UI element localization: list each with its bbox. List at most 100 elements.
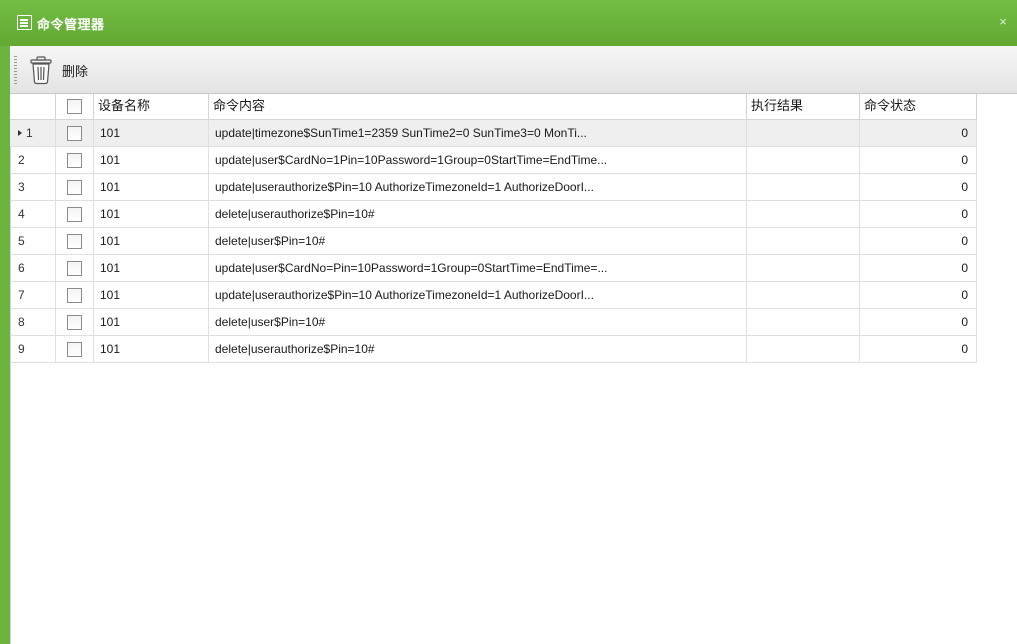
header-index [10, 94, 56, 119]
exec-result-cell [747, 309, 860, 335]
row-index-label: 1 [26, 126, 33, 140]
command-content-cell: delete|userauthorize$Pin=10# [209, 336, 747, 362]
command-status-cell: 0 [860, 174, 977, 200]
window-title: 命令管理器 [37, 18, 105, 33]
table-row[interactable]: 1 101 update|timezone$SunTime1=2359 SunTim… [10, 120, 977, 147]
header-device-name[interactable]: 设备名称 [94, 94, 209, 119]
delete-button[interactable]: 删除 [28, 54, 94, 86]
table-row[interactable]: 8 101 delete|user$Pin=10# 0 [10, 309, 977, 336]
row-index-label: 7 [18, 288, 25, 302]
window-content: 删除 设备名称 命令内容 执行结果 命令状态 1 101 update|timezo… [10, 46, 1017, 644]
command-status-cell: 0 [860, 309, 977, 335]
row-select [56, 255, 94, 281]
row-index: 2 [10, 147, 56, 173]
command-content-cell: update|userauthorize$Pin=10 AuthorizeTim… [209, 282, 747, 308]
toolbar: 删除 [10, 46, 1017, 94]
row-select [56, 309, 94, 335]
row-index: 6 [10, 255, 56, 281]
device-name-cell: 101 [94, 174, 209, 200]
command-grid: 设备名称 命令内容 执行结果 命令状态 1 101 update|timezone$… [10, 94, 1017, 644]
trash-icon [30, 56, 52, 85]
table-row[interactable]: 5 101 delete|user$Pin=10# 0 [10, 228, 977, 255]
row-checkbox[interactable] [67, 260, 82, 276]
command-status-cell: 0 [860, 282, 977, 308]
command-content-cell: delete|user$Pin=10# [209, 309, 747, 335]
row-index-label: 9 [18, 342, 25, 356]
device-name-cell: 101 [94, 147, 209, 173]
command-content-cell: update|user$CardNo=1Pin=10Password=1Grou… [209, 147, 747, 173]
select-all-checkbox[interactable] [67, 99, 82, 114]
device-name-cell: 101 [94, 309, 209, 335]
row-checkbox[interactable] [67, 179, 82, 195]
row-select [56, 174, 94, 200]
command-status-cell: 0 [860, 120, 977, 146]
row-index: 3 [10, 174, 56, 200]
grid-header: 设备名称 命令内容 执行结果 命令状态 [10, 94, 977, 120]
command-content-cell: update|userauthorize$Pin=10 AuthorizeTim… [209, 174, 747, 200]
table-row[interactable]: 9 101 delete|userauthorize$Pin=10# 0 [10, 336, 977, 363]
exec-result-cell [747, 282, 860, 308]
table-row[interactable]: 4 101 delete|userauthorize$Pin=10# 0 [10, 201, 977, 228]
device-name-cell: 101 [94, 120, 209, 146]
row-select [56, 120, 94, 146]
row-pointer-icon [18, 129, 22, 136]
device-name-cell: 101 [94, 282, 209, 308]
command-status-cell: 0 [860, 228, 977, 254]
row-index: 8 [10, 309, 56, 335]
row-index-label: 8 [18, 315, 25, 329]
delete-label: 删除 [62, 64, 89, 80]
row-index: 4 [10, 201, 56, 227]
close-button[interactable]: × [995, 14, 1011, 30]
header-exec-result[interactable]: 执行结果 [747, 94, 860, 119]
toolbar-grip[interactable] [14, 56, 17, 84]
table-row[interactable]: 3 101 update|userauthorize$Pin=10 Authoriz… [10, 174, 977, 201]
row-index-label: 3 [18, 180, 25, 194]
command-manager-window: 命令管理器 × 删除 设备名称 命令内容 执行结果 命令状态 1 101 upd… [0, 0, 1017, 644]
command-status-cell: 0 [860, 201, 977, 227]
command-content-cell: update|user$CardNo=Pin=10Password=1Group… [209, 255, 747, 281]
command-status-cell: 0 [860, 147, 977, 173]
exec-result-cell [747, 228, 860, 254]
row-index: 5 [10, 228, 56, 254]
command-content-cell: update|timezone$SunTime1=2359 SunTime2=0… [209, 120, 747, 146]
row-index: 1 [10, 120, 56, 146]
header-select-all [56, 94, 94, 119]
row-select [56, 147, 94, 173]
header-command-status[interactable]: 命令状态 [860, 94, 977, 119]
row-index: 7 [10, 282, 56, 308]
row-index-label: 2 [18, 153, 25, 167]
command-status-cell: 0 [860, 336, 977, 362]
row-select [56, 201, 94, 227]
app-icon [17, 15, 32, 30]
row-checkbox[interactable] [67, 206, 82, 222]
row-checkbox[interactable] [67, 314, 82, 330]
row-checkbox[interactable] [67, 125, 82, 141]
table-row[interactable]: 2 101 update|user$CardNo=1Pin=10Password=1… [10, 147, 977, 174]
row-index-label: 5 [18, 234, 25, 248]
exec-result-cell [747, 120, 860, 146]
exec-result-cell [747, 201, 860, 227]
row-select [56, 282, 94, 308]
row-checkbox[interactable] [67, 233, 82, 249]
table-row[interactable]: 7 101 update|userauthorize$Pin=10 Authoriz… [10, 282, 977, 309]
device-name-cell: 101 [94, 255, 209, 281]
row-checkbox[interactable] [67, 152, 82, 168]
exec-result-cell [747, 174, 860, 200]
exec-result-cell [747, 255, 860, 281]
command-content-cell: delete|user$Pin=10# [209, 228, 747, 254]
command-status-cell: 0 [860, 255, 977, 281]
row-checkbox[interactable] [67, 341, 82, 357]
device-name-cell: 101 [94, 228, 209, 254]
table-row[interactable]: 6 101 update|user$CardNo=Pin=10Password=1G… [10, 255, 977, 282]
command-content-cell: delete|userauthorize$Pin=10# [209, 201, 747, 227]
row-select [56, 336, 94, 362]
exec-result-cell [747, 336, 860, 362]
row-index: 9 [10, 336, 56, 362]
device-name-cell: 101 [94, 201, 209, 227]
header-command-content[interactable]: 命令内容 [209, 94, 747, 119]
title-bar[interactable]: 命令管理器 × [0, 0, 1017, 46]
row-index-label: 4 [18, 207, 25, 221]
exec-result-cell [747, 147, 860, 173]
device-name-cell: 101 [94, 336, 209, 362]
row-checkbox[interactable] [67, 287, 82, 303]
